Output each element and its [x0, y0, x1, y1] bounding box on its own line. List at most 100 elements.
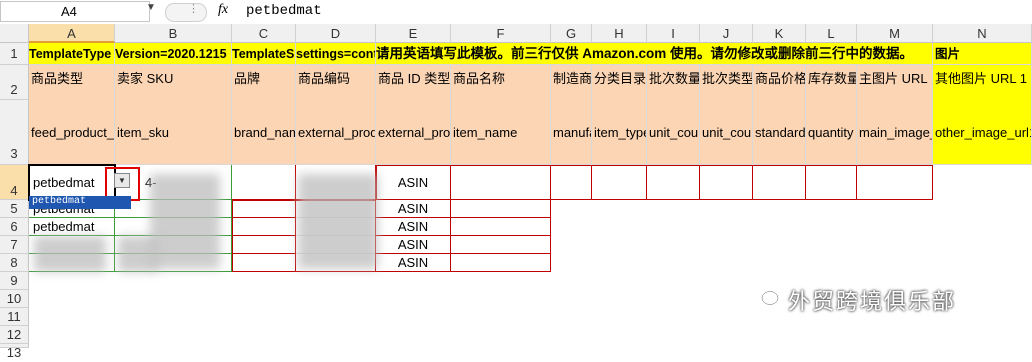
cell-l3[interactable]: quantity	[806, 100, 857, 165]
cell-f4[interactable]	[451, 165, 551, 200]
row-header-1[interactable]: 1	[0, 43, 29, 65]
cell-e5[interactable]: ASIN	[376, 200, 451, 218]
cell-f5[interactable]	[451, 200, 551, 218]
cell-n3[interactable]: other_image_url1	[933, 100, 1032, 165]
cell-k3[interactable]: standard_price	[753, 100, 806, 165]
cell-e2[interactable]: 商品 ID 类型	[376, 65, 451, 100]
row-header-8[interactable]: 8	[0, 254, 29, 272]
cell-j2[interactable]: 批次类型	[700, 65, 753, 100]
dropdown-button[interactable]: ▼	[114, 173, 130, 188]
cell-e7[interactable]: ASIN	[376, 236, 451, 254]
column-header-h[interactable]: H	[592, 24, 647, 43]
cell-i2[interactable]: 批次数量	[647, 65, 700, 100]
cell-k2[interactable]: 商品价格	[753, 65, 806, 100]
cell-c7[interactable]	[232, 236, 296, 254]
row-header-11[interactable]: 11	[0, 308, 29, 326]
cell-h2[interactable]: 分类目录	[592, 65, 647, 100]
cell-c2[interactable]: 品牌	[232, 65, 296, 100]
row-header-7[interactable]: 7	[0, 236, 29, 254]
row-header-6[interactable]: 6	[0, 218, 29, 236]
column-header-k[interactable]: K	[753, 24, 806, 43]
cell-i3[interactable]: unit_count	[647, 100, 700, 165]
cell-e8[interactable]: ASIN	[376, 254, 451, 272]
column-header-b[interactable]: B	[115, 24, 232, 43]
formula-input[interactable]: petbedmat	[246, 3, 322, 19]
column-header-m[interactable]: M	[857, 24, 933, 43]
column-header-g[interactable]: G	[551, 24, 592, 43]
cell-f6[interactable]	[451, 218, 551, 236]
column-header-e[interactable]: E	[376, 24, 451, 43]
row-header-10[interactable]: 10	[0, 290, 29, 308]
column-header-f[interactable]: F	[451, 24, 551, 43]
column-header-n[interactable]: N	[933, 24, 1032, 43]
cell-n1[interactable]: 图片	[933, 43, 1032, 65]
redacted-region	[150, 174, 220, 269]
cell-a6[interactable]: petbedmat	[29, 218, 115, 236]
row-header-9[interactable]: 9	[0, 272, 29, 290]
cell-c6[interactable]	[232, 218, 296, 236]
column-header-a[interactable]: A	[29, 24, 115, 43]
formula-bar-splitter[interactable]	[165, 3, 207, 22]
cell-g3[interactable]: manufacturer	[551, 100, 592, 165]
cell-h4[interactable]	[592, 165, 647, 200]
cell-c3[interactable]: brand_name	[232, 100, 296, 165]
column-header-l[interactable]: L	[806, 24, 857, 43]
row-header-2[interactable]: 2	[0, 65, 29, 100]
cell-m4[interactable]	[857, 165, 933, 200]
cell-d1[interactable]: settings=contentLanguageTag	[296, 43, 376, 65]
cell-c1[interactable]: TemplateSignature	[232, 43, 296, 65]
cell-f3[interactable]: item_name	[451, 100, 551, 165]
cell-m3[interactable]: main_image_url	[857, 100, 933, 165]
cell-b1[interactable]: Version=2020.1215	[115, 43, 232, 65]
column-header-d[interactable]: D	[296, 24, 376, 43]
watermark-text: 外贸跨境俱乐部	[788, 289, 957, 314]
cell-e4[interactable]: ASIN	[376, 165, 451, 200]
cell-n2[interactable]: 其他图片 URL 1	[933, 65, 1032, 100]
cell-c5[interactable]	[232, 200, 296, 218]
row-header-4[interactable]: 4	[0, 165, 29, 200]
cell-h3[interactable]: item_type	[592, 100, 647, 165]
chevron-down-icon[interactable]: ▼	[146, 2, 156, 13]
name-box[interactable]: A4	[0, 1, 150, 22]
row-header-3[interactable]: 3	[0, 100, 29, 165]
redacted-region	[118, 236, 158, 272]
cell-f8[interactable]	[451, 254, 551, 272]
row-header-12[interactable]: 12	[0, 326, 29, 344]
cell-a2[interactable]: 商品类型	[29, 65, 115, 100]
cell-k4[interactable]	[753, 165, 806, 200]
more-icon: ⋮	[188, 3, 199, 15]
dropdown-option[interactable]: petbedmat	[29, 196, 131, 209]
cell-g4[interactable]	[551, 165, 592, 200]
cell-e6[interactable]: ASIN	[376, 218, 451, 236]
column-header-j[interactable]: J	[700, 24, 753, 43]
cell-g2[interactable]: 制造商	[551, 65, 592, 100]
wechat-icon	[761, 290, 785, 310]
redacted-region	[298, 174, 378, 269]
column-header-c[interactable]: C	[232, 24, 296, 43]
column-header-i[interactable]: I	[647, 24, 700, 43]
cell-f7[interactable]	[451, 236, 551, 254]
cell-m2[interactable]: 主图片 URL	[857, 65, 933, 100]
insert-function-button[interactable]: fx	[218, 2, 228, 18]
row-header-5[interactable]: 5	[0, 200, 29, 218]
cell-l2[interactable]: 库存数量	[806, 65, 857, 100]
cell-e1[interactable]: 请用英语填写此模板。前三行仅供 Amazon.com 使用。请勿修改或删除前三行…	[376, 43, 933, 65]
cell-i4[interactable]	[647, 165, 700, 200]
cell-a1[interactable]: TemplateType	[29, 43, 115, 65]
cell-b2[interactable]: 卖家 SKU	[115, 65, 232, 100]
row-header-13[interactable]: 13	[0, 344, 29, 360]
cell-f2[interactable]: 商品名称	[451, 65, 551, 100]
cell-e3[interactable]: external_product_id_type	[376, 100, 451, 165]
cell-b3[interactable]: item_sku	[115, 100, 232, 165]
redacted-region	[34, 236, 106, 272]
cell-a3[interactable]: feed_product_type	[29, 100, 115, 165]
cell-j4[interactable]	[700, 165, 753, 200]
cell-c8[interactable]	[232, 254, 296, 272]
select-all-corner[interactable]	[0, 24, 29, 43]
cell-c4[interactable]	[232, 165, 296, 200]
cell-l4[interactable]	[806, 165, 857, 200]
cell-d3[interactable]: external_product_id	[296, 100, 376, 165]
cell-j3[interactable]: unit_count_type	[700, 100, 753, 165]
formula-bar: A4 ▼ ⋮ fx petbedmat	[0, 0, 1032, 25]
cell-d2[interactable]: 商品编码	[296, 65, 376, 100]
